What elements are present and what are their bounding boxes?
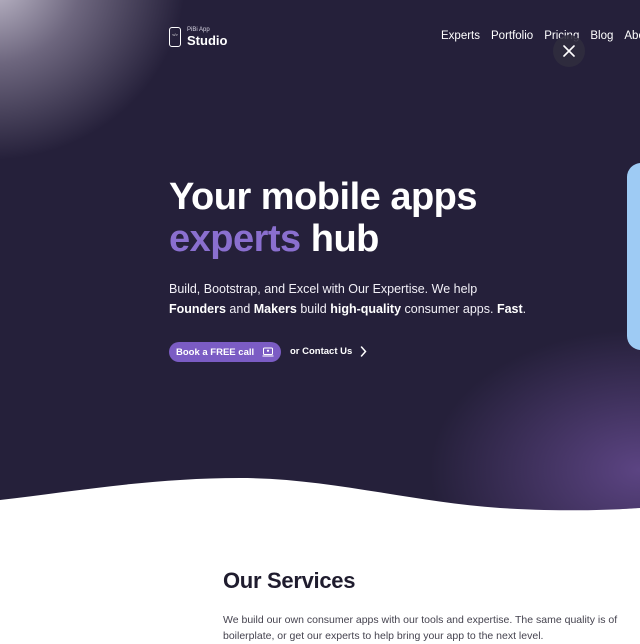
laptop-icon [262, 347, 274, 357]
phone-code-icon [169, 27, 181, 47]
hero-title-line1: Your mobile apps [169, 176, 478, 218]
main-nav: Experts Portfolio Pricing Blog About [441, 30, 640, 42]
contact-us-link[interactable]: or Contact Us [290, 346, 367, 357]
hero-title: Your mobile apps experts hub [169, 176, 478, 260]
services-title: Our Services [223, 568, 356, 593]
logo[interactable]: PiBi App Studio [169, 27, 227, 47]
chevron-right-icon [361, 346, 367, 357]
hero-section: PiBi App Studio Experts Portfolio Pricin… [0, 0, 640, 520]
wave-divider [0, 478, 640, 520]
close-button[interactable] [553, 35, 585, 67]
book-call-label: Book a FREE call [176, 346, 255, 358]
contact-us-label: or Contact Us [290, 346, 353, 357]
close-icon [563, 45, 575, 57]
nav-experts[interactable]: Experts [441, 30, 480, 42]
nav-about[interactable]: About [624, 30, 640, 42]
nav-portfolio[interactable]: Portfolio [491, 30, 533, 42]
nav-blog[interactable]: Blog [590, 30, 613, 42]
hero-title-rest: hub [300, 218, 380, 260]
hero-title-accent: experts [169, 218, 301, 260]
services-description: We build our own consumer apps with our … [223, 614, 618, 642]
book-call-button[interactable]: Book a FREE call [169, 342, 282, 362]
hero-description: Build, Bootstrap, and Excel with Our Exp… [169, 282, 527, 316]
logo-title: Studio [187, 33, 228, 48]
side-card [627, 163, 640, 350]
